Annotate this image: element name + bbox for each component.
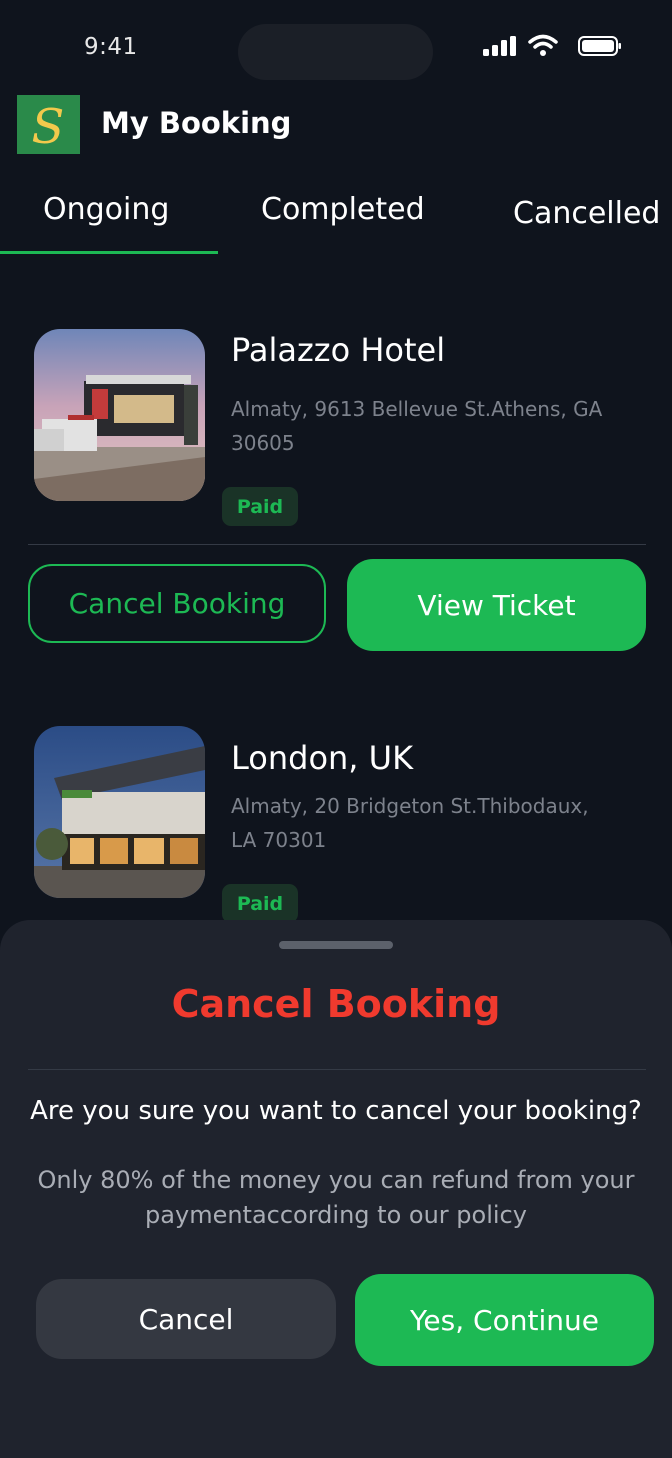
confirm-question: Are you sure you want to cancel your boo… [30,1096,642,1126]
yes-continue-button[interactable]: Yes, Continue [355,1274,654,1366]
sheet-title: Cancel Booking [171,982,501,1026]
tab-completed[interactable]: Completed [261,192,425,227]
logo-s-icon: S [32,99,65,154]
signal-icon [483,36,516,56]
wifi-icon [528,34,558,56]
battery-icon [578,36,621,56]
hotel-image [34,726,205,898]
booking-address: Almaty, 9613 Bellevue St.Athens, GA 3060… [231,397,603,455]
status-time: 9:41 [84,34,138,60]
cancel-booking-button[interactable]: Cancel Booking [28,564,326,643]
hotel-thumbnail [34,726,205,898]
sheet-divider [28,1069,646,1070]
page-title: My Booking [101,106,292,140]
dynamic-island [238,24,433,80]
app-logo: S [17,95,80,154]
view-ticket-button[interactable]: View Ticket [347,559,646,651]
svg-text:S: S [32,99,65,154]
hotel-image [34,329,205,501]
tab-cancelled[interactable]: Cancelled [513,196,660,231]
status-badge: Paid [222,487,298,526]
tab-ongoing[interactable]: Ongoing [43,192,169,227]
refund-note: Only 80% of the money you can refund fro… [37,1166,635,1229]
sheet-drag-handle[interactable] [279,941,393,949]
card-divider [28,544,646,545]
active-tab-indicator [0,251,218,254]
booking-address: Almaty, 20 Bridgeton St.Thibodaux, LA 70… [231,794,589,852]
hotel-thumbnail [34,329,205,501]
status-badge: Paid [222,884,298,923]
cancel-button[interactable]: Cancel [36,1279,336,1359]
booking-name: London, UK [231,739,414,777]
booking-name: Palazzo Hotel [231,331,446,369]
